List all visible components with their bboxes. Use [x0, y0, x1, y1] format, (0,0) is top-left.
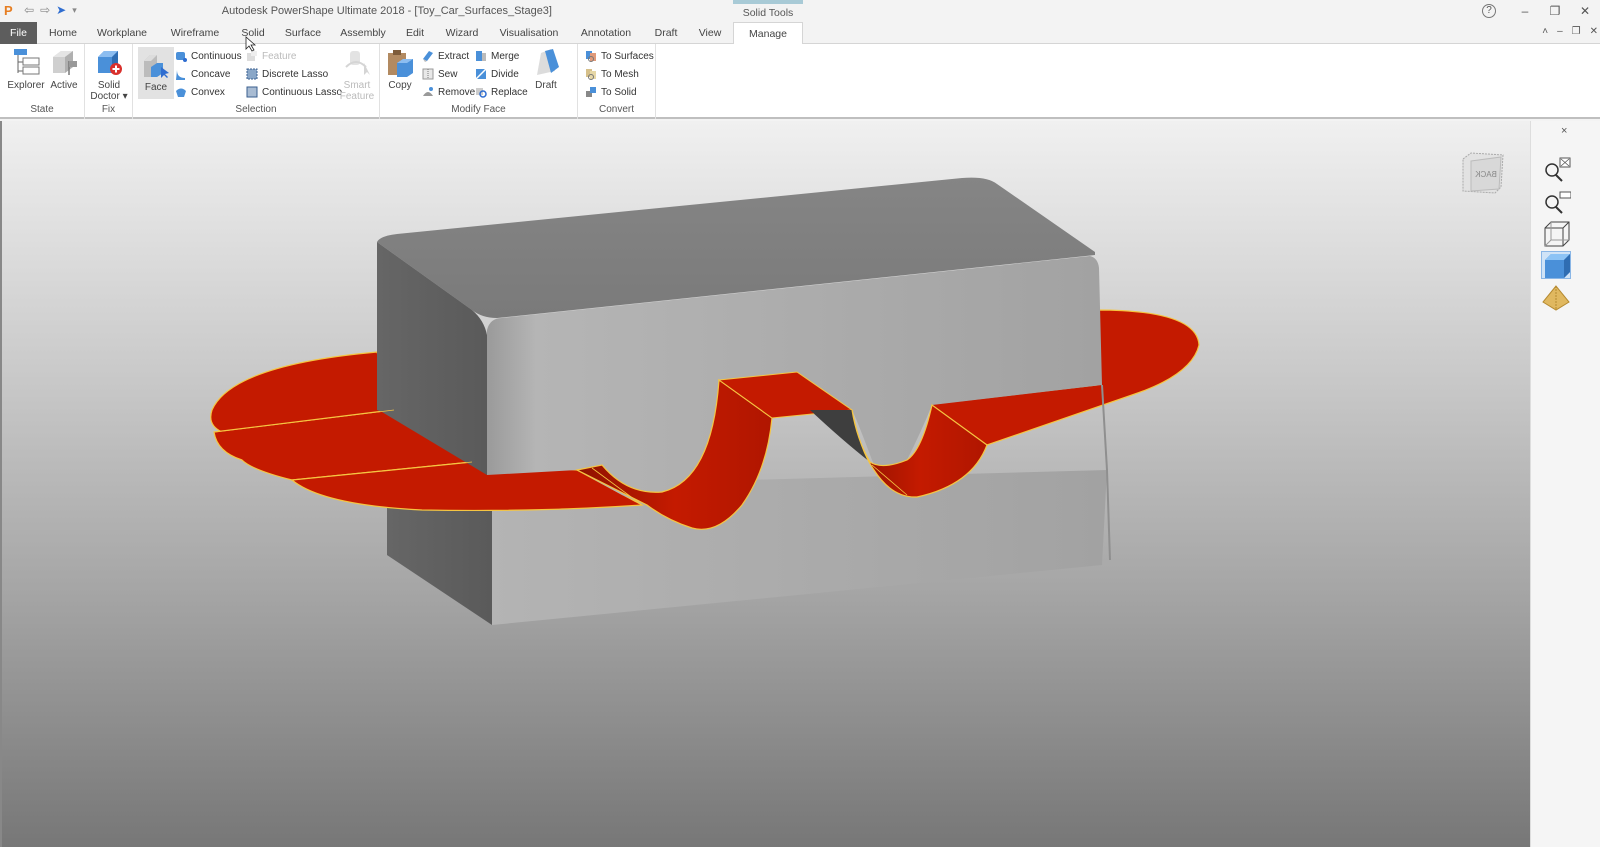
to-solid-button[interactable]: To Solid	[585, 84, 637, 100]
pyramid-view-icon	[1542, 285, 1570, 311]
continuous-icon	[175, 50, 187, 62]
convex-icon	[175, 86, 187, 98]
to-mesh-icon	[585, 68, 597, 80]
convex-select-button[interactable]: Convex	[175, 84, 225, 100]
tab-wireframe[interactable]: Wireframe	[165, 22, 225, 44]
explorer-tree-icon	[11, 47, 41, 77]
sew-icon	[422, 68, 434, 80]
zoom-box-button[interactable]	[1541, 188, 1572, 216]
discrete-lasso-icon	[246, 68, 258, 80]
wireframe-view-button[interactable]	[1541, 220, 1571, 248]
viewcube-face-label: BACK	[1474, 170, 1496, 179]
continuous-lasso-icon	[246, 86, 258, 98]
doc-restore-button[interactable]: ❐	[1572, 26, 1581, 37]
restore-button[interactable]: ❐	[1540, 4, 1570, 18]
ribbon-group-state: Explorer Active State	[0, 44, 85, 119]
copy-icon	[385, 47, 415, 77]
zoom-box-icon	[1545, 191, 1572, 214]
wireframe-view-icon	[1544, 221, 1570, 247]
mouse-cursor-icon	[245, 36, 257, 52]
doc-close-button[interactable]: ✕	[1590, 26, 1598, 37]
tab-manage[interactable]: Manage	[733, 22, 803, 45]
shaded-view-icon	[1545, 254, 1570, 278]
ribbon-group-modify-face: Copy Extract Sew Remove Merge Divide Rep…	[380, 44, 578, 119]
explorer-button[interactable]: Explorer	[6, 47, 46, 91]
window-controls: ? – ❐ ✕	[1482, 0, 1600, 22]
context-tab-group-label: Solid Tools	[733, 0, 803, 22]
tab-draft[interactable]: Draft	[651, 22, 681, 44]
smart-feature-icon	[342, 47, 372, 77]
doc-minimize-button[interactable]: –	[1557, 26, 1563, 37]
continuous-select-button[interactable]: Continuous	[175, 48, 242, 64]
merge-icon	[475, 50, 487, 62]
draft-icon	[531, 47, 561, 77]
shaded-view-button[interactable]	[1541, 251, 1571, 279]
draft-button[interactable]: Draft	[528, 47, 564, 91]
active-button[interactable]: Active	[44, 47, 84, 91]
concave-icon	[175, 68, 187, 80]
to-surfaces-icon	[585, 50, 597, 62]
collapse-ribbon-button[interactable]: ˄	[1542, 26, 1548, 37]
close-button[interactable]: ✕	[1570, 4, 1600, 18]
tab-view[interactable]: View	[695, 22, 725, 44]
extract-icon	[422, 50, 434, 62]
smart-feature-button[interactable]: Smart Feature	[337, 47, 377, 102]
replace-button[interactable]: Replace	[475, 84, 528, 100]
ribbon-group-selection: Face Continuous Concave Convex Feature D…	[133, 44, 380, 119]
view-toolbar-panel: ×	[1530, 121, 1600, 847]
ribbon-group-convert: To Surfaces To Mesh To Solid Convert	[578, 44, 656, 119]
zoom-extents-icon	[1545, 157, 1571, 182]
model-canvas	[210, 177, 1200, 625]
document-window-controls: ˄ – ❐ ✕	[1542, 26, 1598, 37]
replace-icon	[475, 86, 487, 98]
viewcube[interactable]: BACK	[1459, 151, 1505, 195]
merge-button[interactable]: Merge	[475, 48, 519, 64]
ribbon: Explorer Active State Solid Doctor ▾ Fix…	[0, 44, 1600, 119]
solid-doctor-icon	[94, 47, 124, 77]
tab-surface[interactable]: Surface	[283, 22, 323, 44]
window-title: Autodesk PowerShape Ultimate 2018 - [Toy…	[221, 5, 552, 17]
tab-visualisation[interactable]: Visualisation	[498, 22, 560, 44]
active-solid-icon	[49, 47, 79, 77]
ribbon-tab-bar: File Home Workplane Wireframe Solid Surf…	[0, 22, 1600, 45]
to-solid-icon	[585, 86, 597, 98]
title-bar: P ⇦ ⇨ ➤ ▾ Autodesk PowerShape Ultimate 2…	[0, 0, 1600, 22]
tab-home[interactable]: Home	[44, 22, 82, 44]
face-select-button[interactable]: Face	[138, 47, 174, 99]
group-label-state: State	[30, 104, 54, 115]
tab-workplane[interactable]: Workplane	[92, 22, 152, 44]
solid-doctor-button[interactable]: Solid Doctor ▾	[89, 47, 129, 102]
tab-annotation[interactable]: Annotation	[578, 22, 634, 44]
zoom-extents-button[interactable]	[1541, 156, 1571, 184]
ribbon-group-fix: Solid Doctor ▾ Fix	[85, 44, 133, 119]
sew-button[interactable]: Sew	[422, 66, 457, 82]
group-label-convert: Convert	[598, 104, 634, 115]
divide-button[interactable]: Divide	[475, 66, 519, 82]
remove-icon	[422, 86, 434, 98]
group-label-fix: Fix	[101, 104, 116, 115]
concave-select-button[interactable]: Concave	[175, 66, 230, 82]
to-surfaces-button[interactable]: To Surfaces	[585, 48, 654, 64]
divide-icon	[475, 68, 487, 80]
extract-button[interactable]: Extract	[422, 48, 469, 64]
panel-close-button[interactable]: ×	[1561, 125, 1567, 137]
continuous-lasso-button[interactable]: Continuous Lasso	[246, 84, 342, 100]
graphics-viewport[interactable]: BACK	[0, 121, 1530, 847]
remove-button[interactable]: Remove	[422, 84, 475, 100]
minimize-button[interactable]: –	[1510, 4, 1540, 18]
group-label-modify-face: Modify Face	[451, 104, 506, 115]
tab-assembly[interactable]: Assembly	[337, 22, 389, 44]
group-label-selection: Selection	[235, 104, 277, 115]
tab-file[interactable]: File	[0, 22, 37, 44]
face-select-icon	[141, 49, 171, 79]
pyramid-view-button[interactable]	[1541, 284, 1571, 312]
copy-button[interactable]: Copy	[382, 47, 418, 91]
tab-edit[interactable]: Edit	[402, 22, 428, 44]
tab-wizard[interactable]: Wizard	[444, 22, 480, 44]
help-button[interactable]: ?	[1482, 4, 1496, 18]
discrete-lasso-button[interactable]: Discrete Lasso	[246, 66, 328, 82]
to-mesh-button[interactable]: To Mesh	[585, 66, 639, 82]
